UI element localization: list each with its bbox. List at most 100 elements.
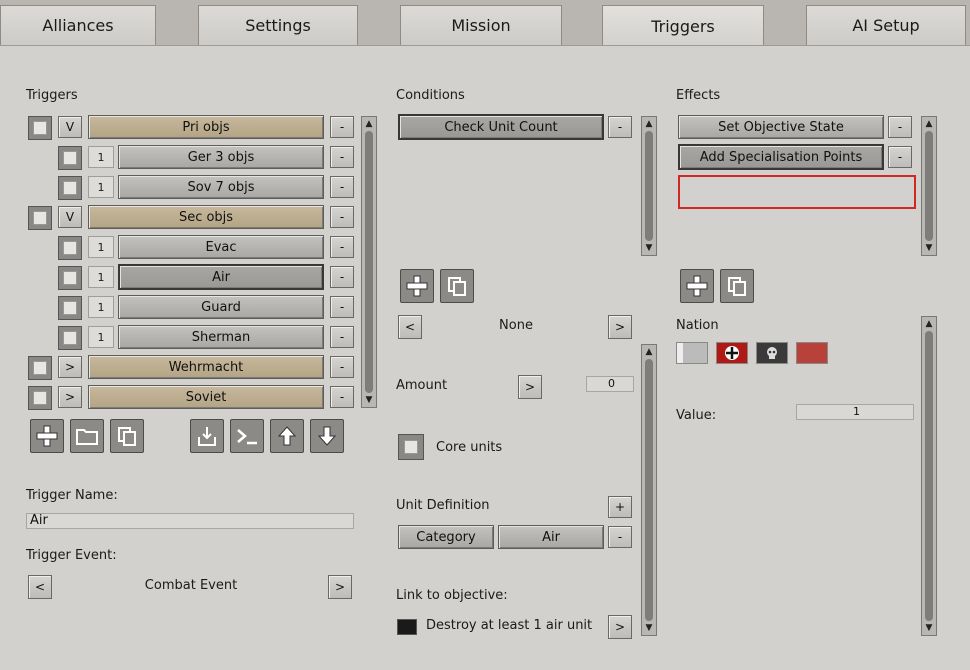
tab-triggers[interactable]: Triggers — [602, 5, 764, 46]
trigger-expander[interactable]: > — [58, 356, 82, 378]
trigger-expander[interactable]: > — [58, 386, 82, 408]
effect-remove-button[interactable]: - — [888, 116, 912, 138]
scroll-up-icon[interactable]: ▲ — [923, 118, 935, 130]
trigger-remove-button[interactable]: - — [330, 266, 354, 288]
condition-item-check-unit-count[interactable]: Check Unit Count — [398, 114, 604, 140]
trigger-remove-button[interactable]: - — [330, 116, 354, 138]
trigger-remove-button[interactable]: - — [330, 206, 354, 228]
condition-selector-prev-button[interactable]: < — [398, 315, 422, 339]
copy-icon[interactable] — [720, 269, 754, 303]
scroll-thumb[interactable] — [645, 359, 653, 621]
trigger-remove-button[interactable]: - — [330, 326, 354, 348]
trigger-remove-button[interactable]: - — [330, 356, 354, 378]
trigger-event-next-button[interactable]: > — [328, 575, 352, 599]
amount-next-button[interactable]: > — [518, 375, 542, 399]
unit-definition-add-button[interactable]: + — [608, 496, 632, 518]
scroll-up-icon[interactable]: ▲ — [643, 346, 655, 358]
trigger-remove-button[interactable]: - — [330, 296, 354, 318]
trigger-item-sec-objs[interactable]: Sec objs — [88, 205, 324, 229]
arrow-up-icon[interactable] — [270, 419, 304, 453]
core-units-label: Core units — [436, 440, 503, 455]
trigger-item-wehrmacht[interactable]: Wehrmacht — [88, 355, 324, 379]
trigger-checkbox[interactable] — [28, 356, 52, 380]
unit-definition-category-button[interactable]: Category — [398, 525, 494, 549]
trigger-remove-button[interactable]: - — [330, 386, 354, 408]
effects-list-scrollbar[interactable]: ▲ ▼ — [921, 116, 937, 256]
trigger-item-guard[interactable]: Guard — [118, 295, 324, 319]
trigger-checkbox[interactable] — [28, 386, 52, 410]
scroll-up-icon[interactable]: ▲ — [363, 118, 375, 130]
tab-bar: Alliances Settings Mission Triggers AI S… — [0, 0, 970, 46]
plus-icon[interactable] — [680, 269, 714, 303]
copy-icon[interactable] — [440, 269, 474, 303]
scroll-down-icon[interactable]: ▼ — [363, 394, 375, 406]
plus-icon[interactable] — [30, 419, 64, 453]
import-icon[interactable] — [190, 419, 224, 453]
nation-flag-germany[interactable] — [716, 342, 748, 364]
trigger-expander[interactable]: V — [58, 206, 82, 228]
nation-flag-skull[interactable] — [756, 342, 788, 364]
trigger-count: 1 — [88, 296, 114, 318]
unit-definition-category-value[interactable]: Air — [498, 525, 604, 549]
trigger-checkbox[interactable] — [58, 176, 82, 200]
trigger-event-prev-button[interactable]: < — [28, 575, 52, 599]
condition-remove-button[interactable]: - — [608, 116, 632, 138]
trigger-checkbox[interactable] — [58, 266, 82, 290]
folder-icon[interactable] — [70, 419, 104, 453]
trigger-checkbox[interactable] — [58, 296, 82, 320]
trigger-checkbox[interactable] — [58, 326, 82, 350]
arrow-down-icon[interactable] — [310, 419, 344, 453]
nation-flag-soviet[interactable] — [796, 342, 828, 364]
triggers-heading: Triggers — [26, 88, 78, 103]
trigger-item-sherman[interactable]: Sherman — [118, 325, 324, 349]
trigger-item-evac[interactable]: Evac — [118, 235, 324, 259]
trigger-item-sov-7-objs[interactable]: Sov 7 objs — [118, 175, 324, 199]
link-to-objective-next-button[interactable]: > — [608, 615, 632, 639]
tab-settings[interactable]: Settings — [198, 5, 358, 45]
trigger-expander[interactable]: V — [58, 116, 82, 138]
trigger-remove-button[interactable]: - — [330, 236, 354, 258]
console-icon[interactable] — [230, 419, 264, 453]
scroll-down-icon[interactable]: ▼ — [643, 622, 655, 634]
conditions-list-scrollbar[interactable]: ▲ ▼ — [641, 116, 657, 256]
tab-alliances[interactable]: Alliances — [0, 5, 156, 45]
scroll-down-icon[interactable]: ▼ — [643, 242, 655, 254]
effect-item-add-specialisation-points[interactable]: Add Specialisation Points — [678, 144, 884, 170]
trigger-item-pri-objs[interactable]: Pri objs — [88, 115, 324, 139]
unit-definition-remove-button[interactable]: - — [608, 526, 632, 548]
value-input[interactable]: 1 — [796, 404, 914, 420]
plus-icon[interactable] — [400, 269, 434, 303]
trigger-name-input[interactable]: Air — [26, 513, 354, 529]
trigger-checkbox[interactable] — [28, 116, 52, 140]
core-units-checkbox[interactable] — [398, 434, 424, 460]
copy-icon[interactable] — [110, 419, 144, 453]
trigger-checkbox[interactable] — [28, 206, 52, 230]
trigger-item-ger-3-objs[interactable]: Ger 3 objs — [118, 145, 324, 169]
trigger-item-air[interactable]: Air — [118, 264, 324, 290]
scroll-up-icon[interactable]: ▲ — [923, 318, 935, 330]
amount-input[interactable]: 0 — [586, 376, 634, 392]
scroll-thumb[interactable] — [925, 131, 933, 241]
effect-remove-button[interactable]: - — [888, 146, 912, 168]
conditions-heading: Conditions — [396, 88, 465, 103]
trigger-checkbox[interactable] — [58, 236, 82, 260]
value-label: Value: — [676, 408, 717, 423]
effect-item-set-objective-state[interactable]: Set Objective State — [678, 115, 884, 139]
trigger-item-soviet[interactable]: Soviet — [88, 385, 324, 409]
nation-flag-neutral[interactable] — [676, 342, 708, 364]
trigger-remove-button[interactable]: - — [330, 146, 354, 168]
tab-mission[interactable]: Mission — [400, 5, 562, 45]
tab-ai-setup[interactable]: AI Setup — [806, 5, 966, 45]
scroll-up-icon[interactable]: ▲ — [643, 118, 655, 130]
conditions-scrollbar[interactable]: ▲ ▼ — [641, 344, 657, 636]
effects-scrollbar[interactable]: ▲ ▼ — [921, 316, 937, 636]
triggers-scrollbar[interactable]: ▲ ▼ — [361, 116, 377, 408]
scroll-thumb[interactable] — [645, 131, 653, 241]
trigger-remove-button[interactable]: - — [330, 176, 354, 198]
scroll-down-icon[interactable]: ▼ — [923, 242, 935, 254]
scroll-thumb[interactable] — [365, 131, 373, 393]
condition-selector-next-button[interactable]: > — [608, 315, 632, 339]
scroll-down-icon[interactable]: ▼ — [923, 622, 935, 634]
scroll-thumb[interactable] — [925, 331, 933, 621]
trigger-checkbox[interactable] — [58, 146, 82, 170]
